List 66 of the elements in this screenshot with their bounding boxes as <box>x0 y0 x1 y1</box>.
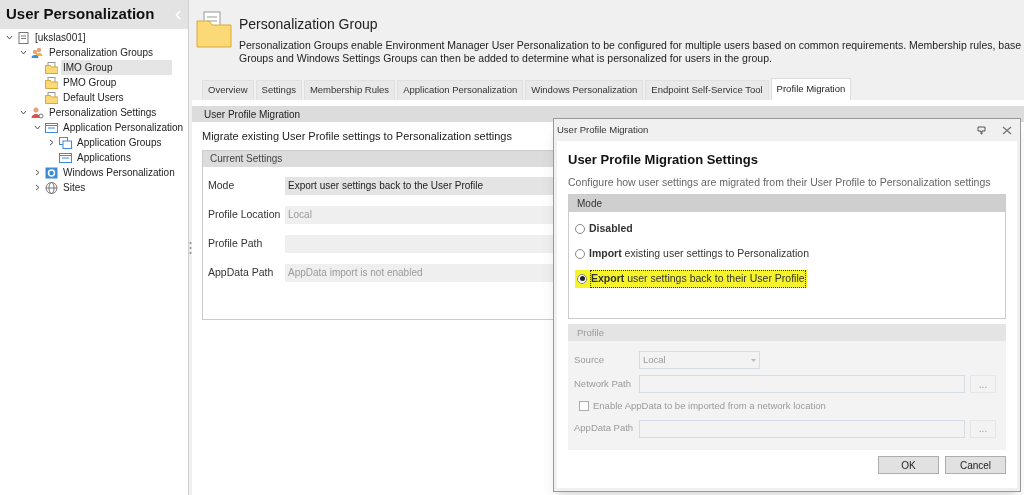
field-label: Network Path <box>574 377 633 392</box>
tree-item[interactable]: Windows Personalization <box>61 165 177 180</box>
dialog-button[interactable]: Cancel <box>945 456 1006 475</box>
field-label: Mode <box>208 177 236 193</box>
tab[interactable]: Application Personalization <box>397 80 524 100</box>
tab[interactable]: Profile Migration <box>770 78 852 100</box>
tree-item[interactable]: IMO Group <box>61 60 173 75</box>
tree-item[interactable]: PMO Group <box>61 75 119 90</box>
radio-label: Import existing user settings to Personalization <box>588 246 811 261</box>
tree-item[interactable]: Default Users <box>61 90 126 105</box>
folder-icon <box>45 76 58 89</box>
chevron-down-icon[interactable] <box>19 49 27 56</box>
radio-button[interactable] <box>575 224 585 235</box>
description-text: Personalization Groups enable Environment Manager User Personalization to be configured for multiple users based on common requirements. Membership rules, base <box>239 39 1022 52</box>
chevron-down-icon[interactable] <box>33 124 41 131</box>
close-icon[interactable] <box>1002 125 1012 135</box>
radio-button[interactable] <box>577 273 587 284</box>
tree-item[interactable]: Applications <box>75 150 133 165</box>
field-label: Profile Location <box>208 206 282 222</box>
gear-icon <box>45 166 58 179</box>
dialog-title: User Profile Migration <box>557 122 649 137</box>
group-title: Current Settings <box>210 152 283 166</box>
radio-button[interactable] <box>575 248 585 259</box>
field-label: AppData Path <box>574 421 634 436</box>
tree-item[interactable]: Application Groups <box>75 135 164 150</box>
dialog-button[interactable]: OK <box>878 456 939 475</box>
tab[interactable]: Windows Personalization <box>525 80 644 100</box>
tab[interactable]: Settings <box>255 80 302 100</box>
globe-icon <box>45 181 58 194</box>
field-label: Source <box>574 353 606 368</box>
checkbox-label: Enable AppData to be imported from a network location <box>593 399 826 414</box>
document-icon <box>17 31 30 44</box>
field-label: AppData Path <box>208 264 275 280</box>
tab[interactable]: Overview <box>202 80 254 100</box>
tree-item[interactable]: [ukslas001] <box>33 30 88 45</box>
dropdown-caret-icon <box>751 358 756 362</box>
tab[interactable]: Endpoint Self-Service Tool <box>645 80 769 100</box>
person-gear-icon <box>31 106 44 119</box>
chevron-right-icon[interactable] <box>33 184 41 191</box>
section-title: User Profile Migration <box>204 107 301 122</box>
group-title: Profile <box>577 325 604 340</box>
tree-item[interactable]: Sites <box>61 180 88 195</box>
chevron-down-icon[interactable] <box>19 109 27 116</box>
window-icon <box>59 151 72 164</box>
tab[interactable]: Membership Rules <box>303 80 396 100</box>
field-label: Profile Path <box>208 235 264 251</box>
window-icon <box>45 121 58 134</box>
chevron-down-icon[interactable] <box>5 34 13 41</box>
stacked-windows-icon <box>59 136 72 149</box>
tree-item[interactable]: Application Personalization <box>61 120 186 135</box>
page-title: Personalization Group <box>239 15 379 34</box>
description-text: Groups and Windows Settings Groups can then be added to determine what is personalized for users in the group. <box>239 52 773 65</box>
tree-item[interactable]: Personalization Settings <box>47 105 159 120</box>
people-icon <box>31 46 44 59</box>
splitter-handle-icon[interactable] <box>189 240 192 255</box>
chevron-right-icon[interactable] <box>47 139 55 146</box>
radio-label: Export user settings back to their User Profile <box>590 269 806 288</box>
folder-icon <box>196 11 232 48</box>
folder-icon <box>45 61 58 74</box>
tree-item[interactable]: Personalization Groups <box>47 45 155 60</box>
chevron-right-icon[interactable] <box>33 169 41 176</box>
sidebar-title: User Personalization <box>6 4 155 25</box>
dialog-heading: User Profile Migration Settings <box>568 151 759 169</box>
folder-icon <box>45 91 58 104</box>
radio-label: Disabled <box>588 221 634 237</box>
section-description: Migrate existing User Profile settings to Personalization settings <box>202 129 512 144</box>
